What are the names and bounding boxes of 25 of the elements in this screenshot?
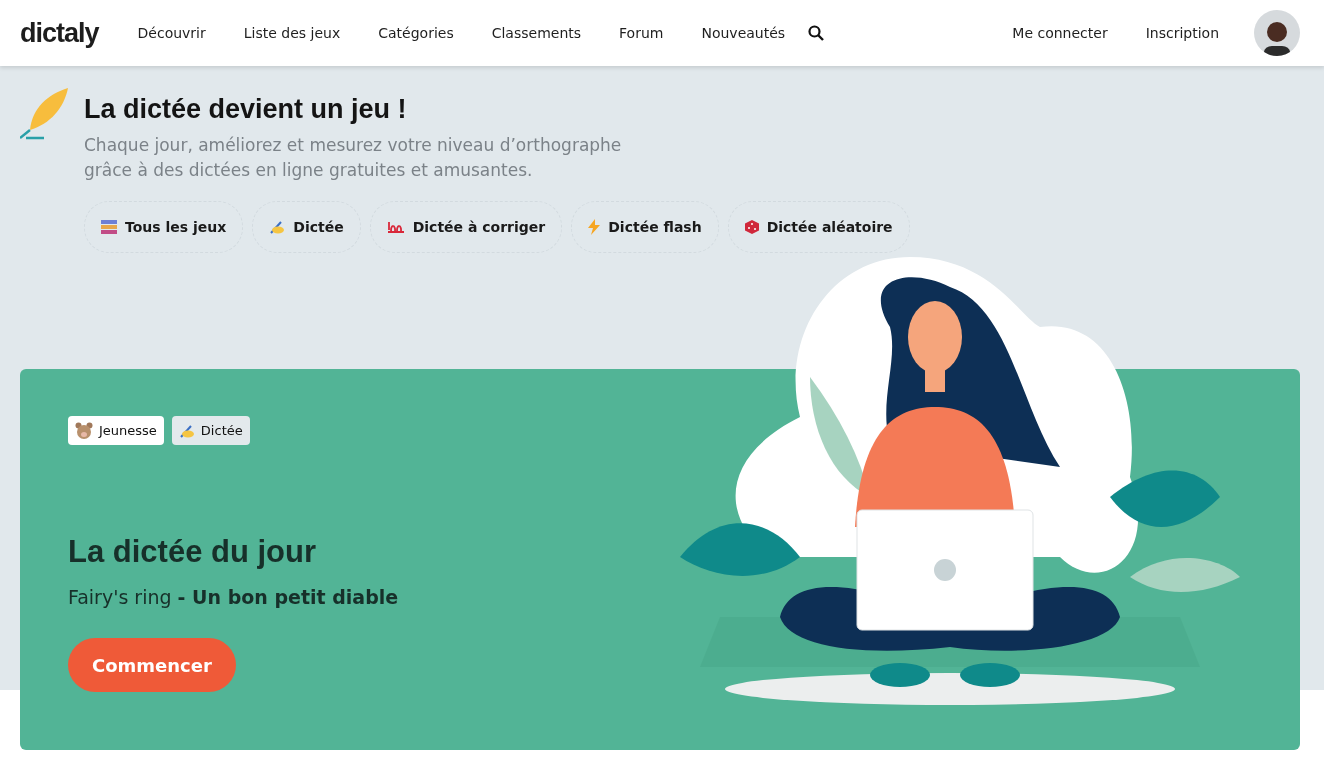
nav-link[interactable]: Classements [472,25,601,41]
featured-subtitle: Fairy's ring - Un bon petit diable [68,586,400,608]
user-avatar[interactable] [1254,10,1300,56]
lightning-icon [588,219,601,235]
account-link[interactable]: Me connecter [993,25,1127,41]
nav-link[interactable]: Catégories [359,25,473,41]
category-tag: Jeunesse [68,416,164,445]
category-tag: Dictée [171,416,250,445]
featured-title: La dictée du jour [68,534,318,570]
books-icon [101,220,117,234]
category-chip[interactable]: Dictée aléatoire [727,201,910,253]
nav-link[interactable]: Forum [600,25,683,41]
quill-icon [20,88,68,140]
hero-subtitle: Chaque jour, améliorez et mesurez votre niveau d’orthographe grâce à des dictées en ligne gratuites et amusantes. [84,134,623,182]
category-chip[interactable]: Dictée à corriger [369,201,563,253]
search-icon[interactable] [808,25,825,41]
category-chip[interactable]: Dictée flash [571,201,719,253]
bear-face-icon [75,422,93,439]
site-logo[interactable]: dictaly [20,17,99,49]
nav-link[interactable]: Découvrir [118,25,225,41]
nav-link[interactable]: Liste des jeux [224,25,360,41]
die-icon [744,220,759,234]
account-link[interactable]: Inscription [1126,25,1238,41]
nav-link[interactable]: Nouveautés [682,25,805,41]
hero-title: La dictée devient un jeu ! [84,94,408,125]
